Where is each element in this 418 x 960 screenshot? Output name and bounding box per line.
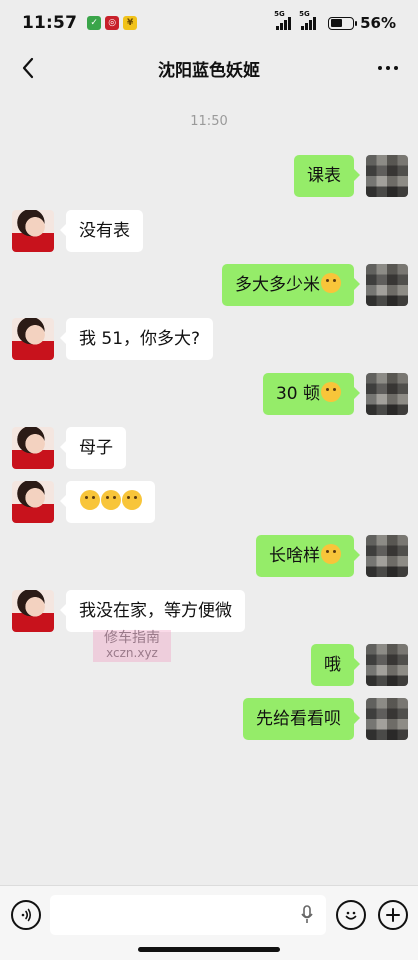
more-button[interactable] [374, 54, 402, 82]
message-bubble[interactable]: 先给看看呗 [243, 698, 360, 740]
status-bar: 11:57 ✓ ◎ ¥ 5G 5G 56% [0, 0, 418, 46]
shush-emoji-icon [101, 490, 121, 510]
signal-icon-2: 5G [299, 10, 317, 30]
my-avatar[interactable] [366, 155, 408, 197]
chat-title: 沈阳蓝色妖姬 [158, 60, 260, 81]
message-timestamp: 11:50 [190, 114, 228, 129]
emoji-icon [345, 911, 357, 920]
message-out: 长啥样 [256, 535, 408, 577]
bank-app-icon: ◎ [105, 16, 120, 30]
battery-percent: 56% [360, 14, 396, 32]
message-out: 课表 [294, 155, 408, 197]
shush-emoji-icon [122, 490, 142, 510]
message-bubble[interactable]: 我 51，你多大? [59, 318, 214, 360]
emoji-button[interactable] [336, 900, 366, 930]
message-bubble[interactable]: 课表 [294, 155, 360, 197]
more-dots-icon [378, 66, 382, 70]
my-avatar[interactable] [366, 373, 408, 415]
message-out: 多大多少米 [222, 264, 408, 306]
contact-avatar[interactable] [12, 318, 54, 360]
message-in: 我 51，你多大? [12, 318, 214, 360]
chat-header: 沈阳蓝色妖姬 [0, 46, 418, 90]
message-input[interactable] [50, 895, 326, 935]
contact-avatar[interactable] [12, 427, 54, 469]
plus-icon [386, 908, 400, 922]
voice-button[interactable] [11, 900, 41, 930]
mic-icon[interactable] [300, 905, 314, 925]
status-app-icons: ✓ ◎ ¥ [87, 16, 138, 30]
message-in: 没有表 [12, 210, 143, 252]
message-in: 我没在家，等方便微 [12, 590, 245, 632]
kiss-emoji-icon [321, 382, 341, 402]
voice-icon [21, 908, 32, 922]
grin-emoji-icon [321, 273, 341, 293]
shush-emoji-icon [321, 544, 341, 564]
watermark: 修车指南 xczn.xyz [93, 630, 171, 662]
message-in: 母子 [12, 427, 126, 469]
chat-area[interactable]: 11:50 课表 没有表 多大多少米 我 51，你多大? 30 顿 母子 长啥样… [0, 90, 418, 885]
app-notification-icon: ✓ [87, 16, 102, 30]
status-right: 5G 5G 56% [274, 10, 396, 32]
contact-avatar[interactable] [12, 590, 54, 632]
my-avatar[interactable] [366, 264, 408, 306]
message-in [12, 481, 155, 523]
message-bubble[interactable]: 哦 [311, 644, 360, 686]
message-out: 30 顿 [262, 373, 408, 415]
my-avatar[interactable] [366, 535, 408, 577]
message-bubble[interactable]: 多大多少米 [222, 264, 360, 306]
status-time: 11:57 [22, 13, 78, 33]
message-bubble[interactable]: 没有表 [60, 210, 143, 252]
shush-emoji-icon [80, 490, 100, 510]
back-button[interactable] [14, 54, 42, 82]
message-bubble[interactable]: 30 顿 [262, 373, 361, 415]
signal-icon: 5G [274, 10, 292, 30]
contact-avatar[interactable] [12, 481, 54, 523]
my-avatar[interactable] [366, 698, 408, 740]
contact-avatar[interactable] [12, 210, 54, 252]
message-bubble[interactable]: 我没在家，等方便微 [60, 590, 245, 632]
home-indicator[interactable] [138, 947, 280, 952]
yen-app-icon: ¥ [123, 16, 138, 30]
message-bubble[interactable]: 母子 [60, 427, 126, 469]
my-avatar[interactable] [366, 644, 408, 686]
battery-icon [328, 16, 358, 30]
chevron-left-icon [22, 57, 34, 79]
message-out: 哦 [311, 644, 408, 686]
plus-button[interactable] [378, 900, 408, 930]
message-out: 先给看看呗 [243, 698, 408, 740]
message-bubble[interactable]: 长啥样 [256, 535, 360, 577]
message-bubble[interactable] [60, 481, 155, 523]
